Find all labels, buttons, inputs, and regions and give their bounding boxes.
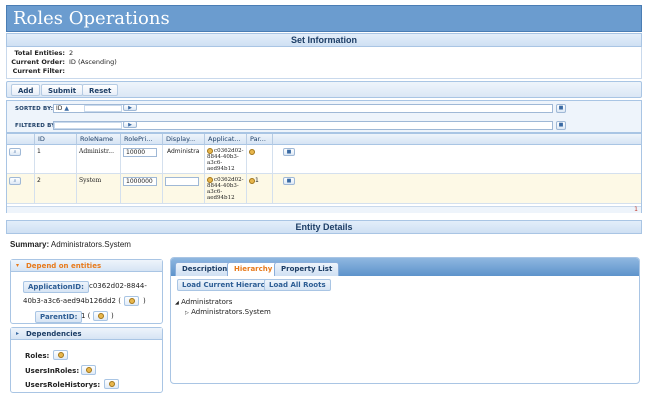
filter-add-icon[interactable]: ▶ <box>123 121 137 128</box>
applicationid-value-line2: 40b3-a3c6-aed94b126dd2 ( <box>23 297 121 305</box>
summary-value: Administrators.System <box>50 240 131 249</box>
filter-expression-input[interactable]: ▶ <box>53 121 553 130</box>
rolepriority-input[interactable]: 1000000 <box>123 177 157 186</box>
displayname-input[interactable]: Administrati <box>165 148 199 157</box>
col-header-parentid[interactable]: Par... <box>247 134 273 145</box>
page: Roles Operations Set Information Total E… <box>0 0 650 417</box>
col-header-rolename[interactable]: RoleName <box>77 134 121 145</box>
current-filter-label: Current Filter: <box>12 67 65 75</box>
rolepriority-input[interactable]: 10000 <box>123 148 157 157</box>
col-header-id[interactable]: ID <box>35 134 77 145</box>
usersrolehistorys-label: UsersRoleHistorys: <box>25 381 101 389</box>
sort-add-icon[interactable]: ▶ <box>123 104 137 111</box>
tab-strip: Description Hierarchy Property List <box>171 258 639 276</box>
cell-rolename: System <box>77 174 121 203</box>
current-order-label: Current Order: <box>11 58 65 66</box>
details-tabs-panel: Description Hierarchy Property List Load… <box>170 257 640 384</box>
cell-id: 2 <box>35 174 77 203</box>
toolbar: Add Submit Reset <box>6 81 642 98</box>
tab-description[interactable]: Description <box>175 262 235 276</box>
filtered-by-label: FILTERED BY: <box>15 123 58 129</box>
applicationid-value-line1: c0362d02-8844- <box>89 282 147 290</box>
total-entities-label: Total Entities: <box>14 49 65 57</box>
grid-pager: 1 <box>7 206 641 213</box>
delete-row-icon[interactable]: ■ <box>283 177 295 185</box>
depend-on-entities-panel: ▾ Depend on entities ApplicationID: c036… <box>10 259 163 324</box>
add-button[interactable]: Add <box>11 84 41 96</box>
tree-expand-icon[interactable]: ▷ <box>185 310 189 316</box>
parent-link-icon[interactable] <box>249 148 255 155</box>
parentid-link-icon[interactable] <box>93 311 108 321</box>
sort-ascending-icon[interactable]: ▲ <box>64 105 69 112</box>
filter-field-select[interactable] <box>54 122 122 129</box>
entity-details-header: Entity Details <box>6 220 642 234</box>
tree-collapse-icon[interactable]: ◢ <box>175 300 179 306</box>
col-header-displayname[interactable]: Display... <box>163 134 205 145</box>
tree-node-child[interactable]: ▷ Administrators.System <box>185 308 271 316</box>
col-header-applicationid[interactable]: Applicat... <box>205 134 247 145</box>
app-title: Roles Operations <box>13 8 170 29</box>
reset-button[interactable]: Reset <box>82 84 119 96</box>
set-information-header: Set Information <box>6 33 642 47</box>
current-order-value: ID (Ascending) <box>69 58 117 66</box>
sort-expression-input[interactable]: ID ▲ ▶ <box>53 104 553 113</box>
roles-label: Roles: <box>25 352 50 360</box>
roles-grid: ID RoleName RolePri... Display... Applic… <box>6 133 642 213</box>
delete-row-icon[interactable]: ■ <box>283 148 295 156</box>
sort-field: ID <box>56 105 63 112</box>
dependencies-panel: ▸ Dependencies Roles: UsersInRoles: User… <box>10 327 163 393</box>
cell-rolename: Administr... <box>77 145 121 173</box>
dependencies-header[interactable]: ▸ Dependencies <box>11 328 162 340</box>
displayname-input[interactable] <box>165 177 199 186</box>
total-entities-value: 2 <box>69 49 74 57</box>
page-number[interactable]: 1 <box>634 206 638 213</box>
expand-right-icon: ▸ <box>16 330 20 337</box>
tab-hierarchy[interactable]: Hierarchy <box>227 262 280 276</box>
col-header-rolepriority[interactable]: RolePri... <box>121 134 163 145</box>
load-all-roots-button[interactable]: Load All Roots <box>264 279 331 291</box>
col-header-delete <box>273 134 641 145</box>
set-information-panel: Total Entities: 2 Current Order: ID (Asc… <box>6 47 642 79</box>
roles-link-icon[interactable] <box>53 350 68 360</box>
expand-down-icon: ▾ <box>16 262 20 269</box>
applicationid-link-icon[interactable] <box>124 296 139 306</box>
submit-button[interactable]: Submit <box>41 84 84 96</box>
usersinroles-link-icon[interactable] <box>81 365 96 375</box>
sort-apply-button[interactable]: ■ <box>556 104 566 113</box>
usersrolehistorys-link-icon[interactable] <box>104 379 119 389</box>
col-header-actions <box>7 134 35 145</box>
cell-parentid: 1 <box>255 177 259 184</box>
sort-field-select[interactable] <box>84 105 122 112</box>
table-row: ⌕ 1 Administr... 10000 Administrati c036… <box>7 145 641 174</box>
view-details-icon[interactable]: ⌕ <box>9 148 21 156</box>
summary-label: Summary: <box>10 240 50 249</box>
parentid-value: 1 ( <box>81 312 91 320</box>
table-row: ⌕ 2 System 1000000 c0362d02-8844-40b3-a3… <box>7 174 641 204</box>
sorted-by-label: SORTED BY: <box>15 106 54 112</box>
sort-filter-panel: SORTED BY: ID ▲ ▶ ■ FILTERED BY: ▶ ■ <box>6 100 642 133</box>
filter-apply-button[interactable]: ■ <box>556 121 566 130</box>
cell-id: 1 <box>35 145 77 173</box>
tab-property-list[interactable]: Property List <box>274 262 340 276</box>
view-details-icon[interactable]: ⌕ <box>9 177 21 185</box>
app-title-bar: Roles Operations <box>6 5 642 32</box>
parentid-button[interactable]: ParentID: <box>35 311 83 323</box>
tree-node-root[interactable]: ◢ Administrators <box>175 298 232 306</box>
summary: Summary: Administrators.System <box>10 240 131 249</box>
usersinroles-label: UsersInRoles: <box>25 367 80 375</box>
applicationid-button[interactable]: ApplicationID: <box>23 281 89 293</box>
depend-on-entities-header[interactable]: ▾ Depend on entities <box>11 260 162 272</box>
